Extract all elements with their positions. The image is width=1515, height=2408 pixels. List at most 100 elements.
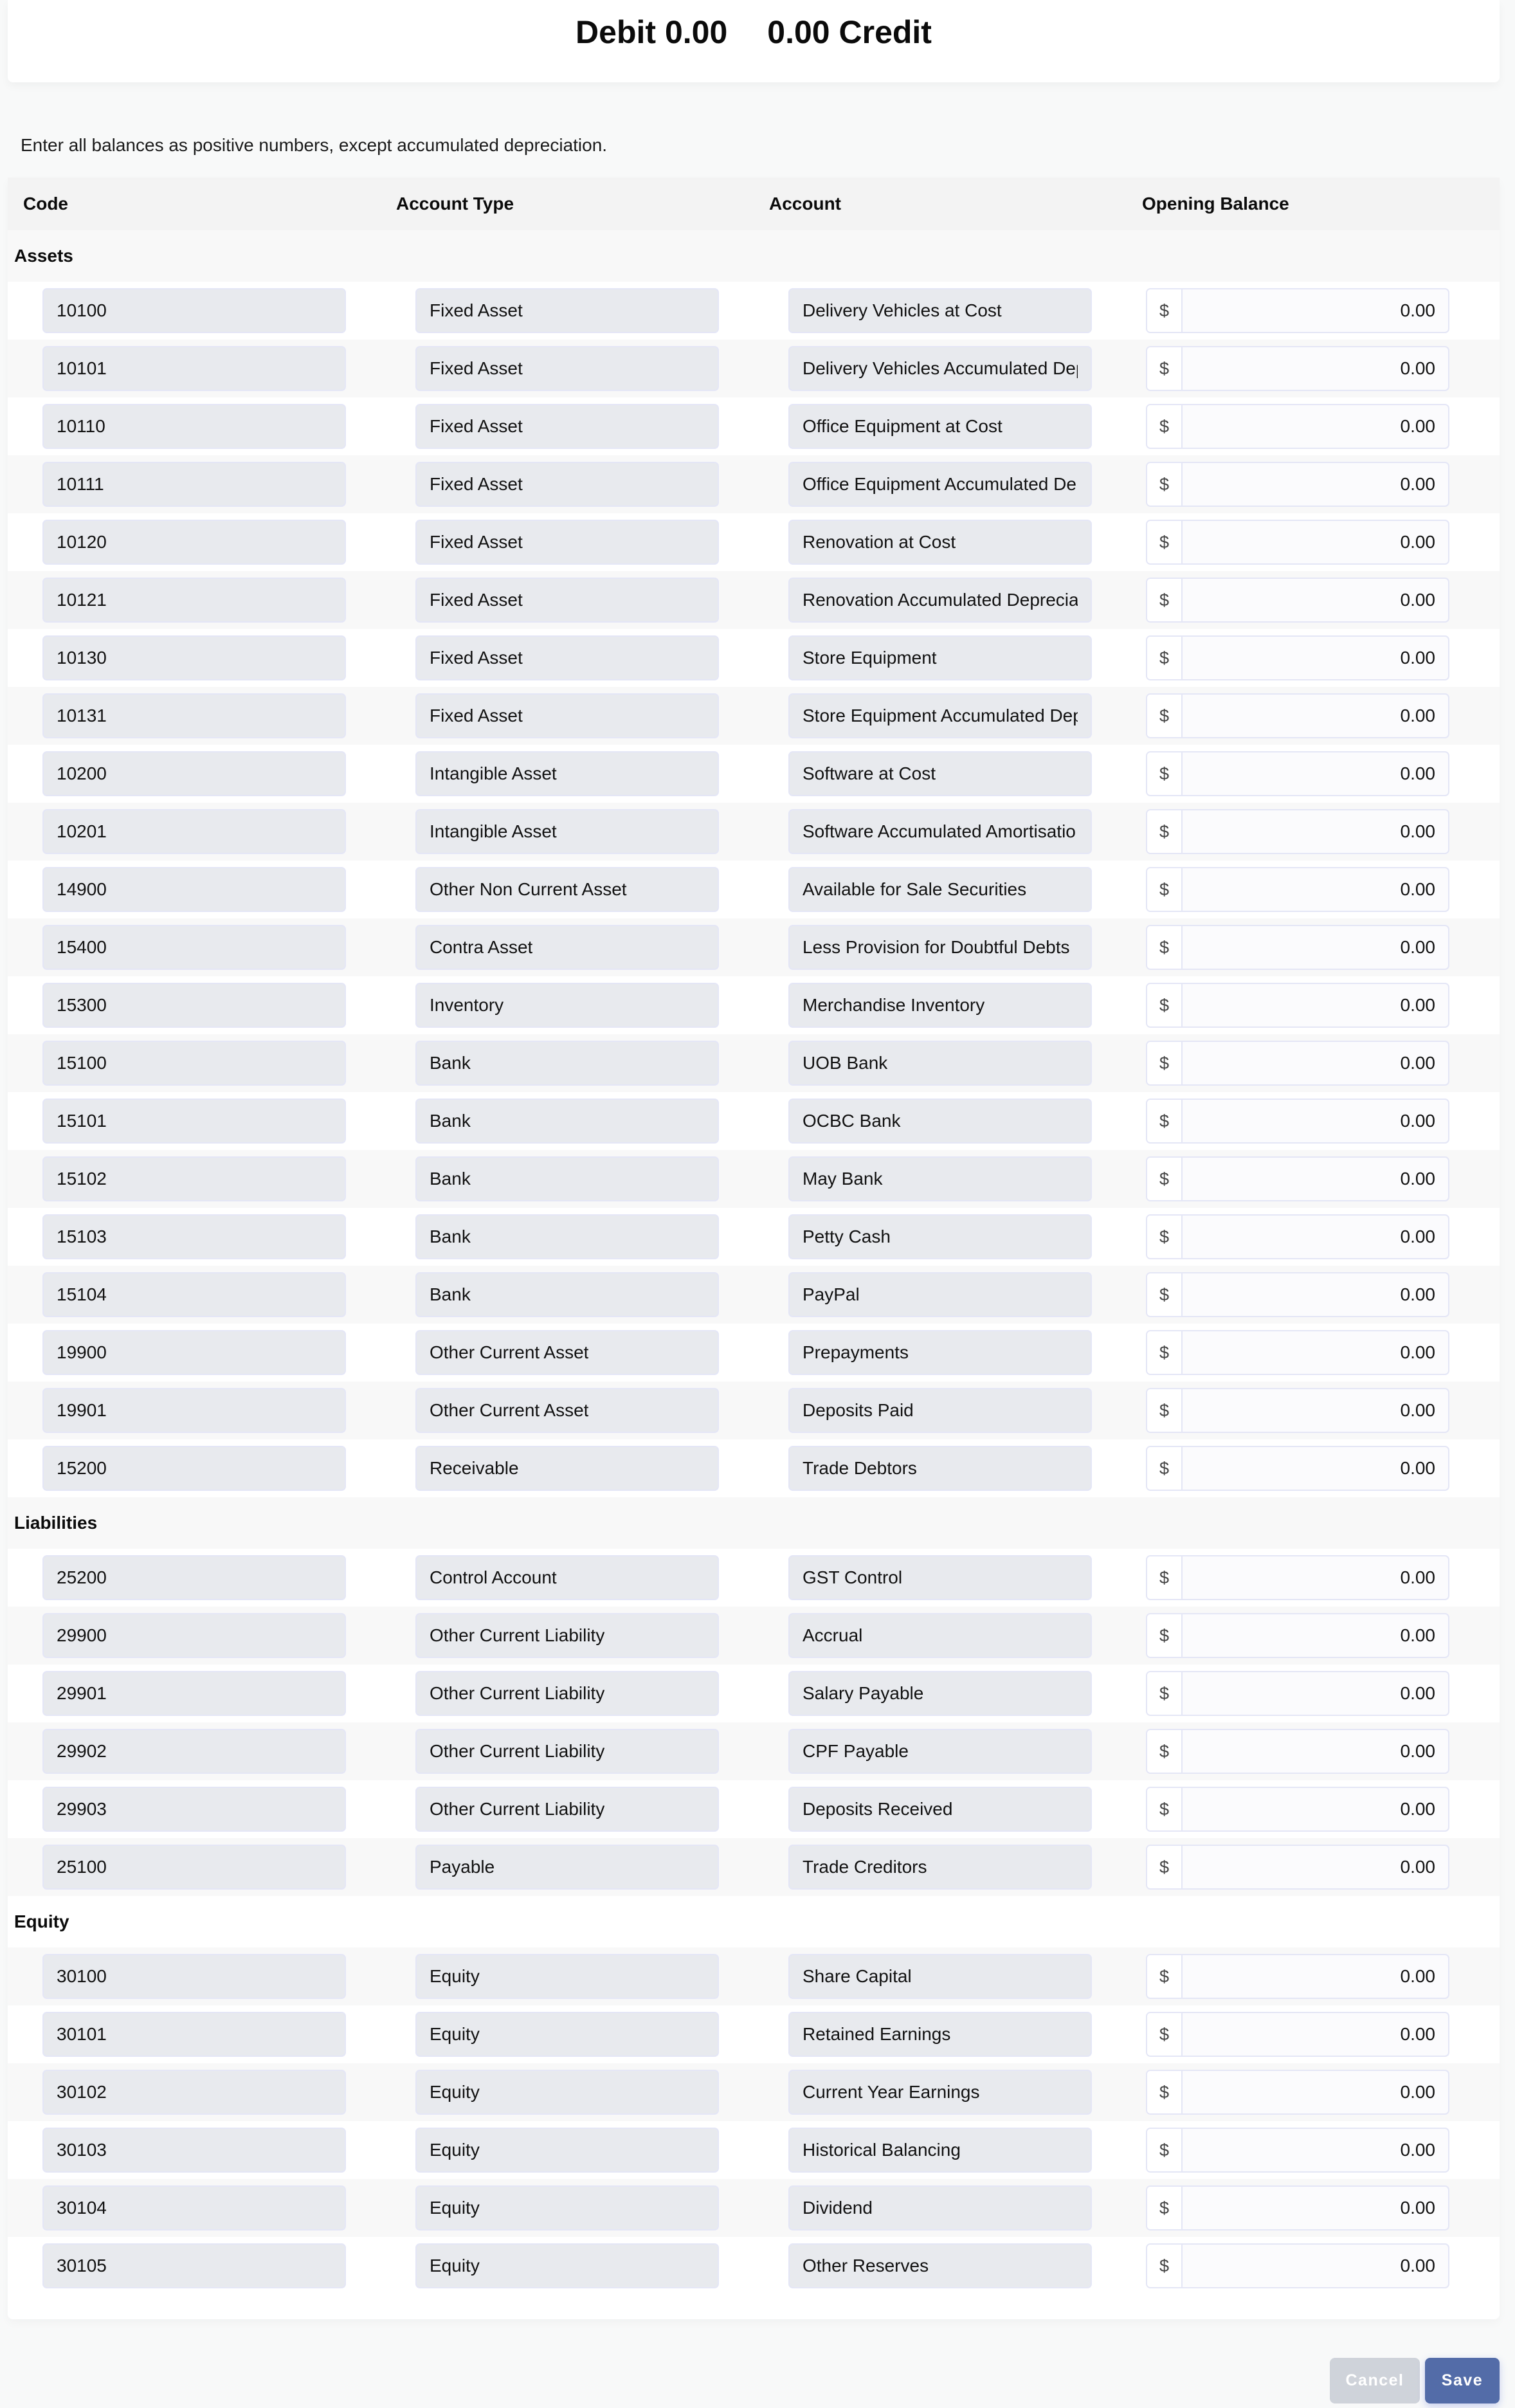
account-name-field[interactable]: Merchandise Inventory bbox=[788, 983, 1092, 1028]
code-field[interactable]: 15200 bbox=[42, 1446, 346, 1491]
code-field[interactable]: 15103 bbox=[42, 1214, 346, 1259]
account-type-field[interactable]: Bank bbox=[415, 1099, 719, 1144]
account-type-field[interactable]: Control Account bbox=[415, 1555, 719, 1600]
account-type-field[interactable]: Payable bbox=[415, 1845, 719, 1890]
account-type-field[interactable]: Other Current Liability bbox=[415, 1787, 719, 1832]
opening-balance-input[interactable] bbox=[1183, 1614, 1448, 1657]
account-name-field[interactable]: UOB Bank bbox=[788, 1041, 1092, 1086]
opening-balance-input[interactable] bbox=[1183, 984, 1448, 1026]
code-field[interactable]: 10110 bbox=[42, 404, 346, 449]
account-type-field[interactable]: Equity bbox=[415, 1954, 719, 1999]
code-field[interactable]: 10120 bbox=[42, 520, 346, 565]
code-field[interactable]: 10111 bbox=[42, 462, 346, 507]
code-field[interactable]: 29903 bbox=[42, 1787, 346, 1832]
account-name-field[interactable]: Store Equipment bbox=[788, 635, 1092, 680]
code-field[interactable]: 10100 bbox=[42, 288, 346, 333]
account-name-field[interactable]: Software at Cost bbox=[788, 751, 1092, 796]
code-field[interactable]: 30105 bbox=[42, 2243, 346, 2288]
account-type-field[interactable]: Other Current Liability bbox=[415, 1671, 719, 1716]
account-type-field[interactable]: Fixed Asset bbox=[415, 288, 719, 333]
opening-balance-input[interactable] bbox=[1183, 1955, 1448, 1998]
save-button[interactable]: Save bbox=[1425, 2358, 1500, 2403]
account-type-field[interactable]: Other Current Liability bbox=[415, 1729, 719, 1774]
account-name-field[interactable]: PayPal bbox=[788, 1272, 1092, 1317]
code-field[interactable]: 15400 bbox=[42, 925, 346, 970]
account-name-field[interactable]: Accrual bbox=[788, 1613, 1092, 1658]
account-name-field[interactable]: Current Year Earnings bbox=[788, 2070, 1092, 2115]
account-name-field[interactable]: Available for Sale Securities bbox=[788, 867, 1092, 912]
code-field[interactable]: 14900 bbox=[42, 867, 346, 912]
account-name-field[interactable]: Renovation at Cost bbox=[788, 520, 1092, 565]
opening-balance-input[interactable] bbox=[1183, 463, 1448, 506]
opening-balance-input[interactable] bbox=[1183, 1389, 1448, 1432]
account-name-field[interactable]: Office Equipment at Cost bbox=[788, 404, 1092, 449]
account-name-field[interactable]: Retained Earnings bbox=[788, 2012, 1092, 2057]
cancel-button[interactable]: Cancel bbox=[1330, 2358, 1420, 2403]
code-field[interactable]: 10101 bbox=[42, 346, 346, 391]
opening-balance-input[interactable] bbox=[1183, 1672, 1448, 1715]
account-name-field[interactable]: Salary Payable bbox=[788, 1671, 1092, 1716]
code-field[interactable]: 10130 bbox=[42, 635, 346, 680]
opening-balance-input[interactable] bbox=[1183, 868, 1448, 911]
opening-balance-input[interactable] bbox=[1183, 1730, 1448, 1773]
account-type-field[interactable]: Intangible Asset bbox=[415, 751, 719, 796]
account-type-field[interactable]: Fixed Asset bbox=[415, 404, 719, 449]
code-field[interactable]: 10121 bbox=[42, 578, 346, 623]
code-field[interactable]: 19900 bbox=[42, 1330, 346, 1375]
account-type-field[interactable]: Equity bbox=[415, 2012, 719, 2057]
account-name-field[interactable]: Petty Cash bbox=[788, 1214, 1092, 1259]
opening-balance-input[interactable] bbox=[1183, 579, 1448, 621]
code-field[interactable]: 10131 bbox=[42, 693, 346, 738]
opening-balance-input[interactable] bbox=[1183, 637, 1448, 679]
code-field[interactable]: 15101 bbox=[42, 1099, 346, 1144]
opening-balance-input[interactable] bbox=[1183, 1331, 1448, 1374]
account-name-field[interactable]: Prepayments bbox=[788, 1330, 1092, 1375]
account-type-field[interactable]: Contra Asset bbox=[415, 925, 719, 970]
code-field[interactable]: 29900 bbox=[42, 1613, 346, 1658]
opening-balance-input[interactable] bbox=[1183, 1273, 1448, 1316]
account-name-field[interactable]: OCBC Bank bbox=[788, 1099, 1092, 1144]
account-name-field[interactable]: Dividend bbox=[788, 2185, 1092, 2230]
account-name-field[interactable]: CPF Payable bbox=[788, 1729, 1092, 1774]
account-type-field[interactable]: Inventory bbox=[415, 983, 719, 1028]
account-type-field[interactable]: Fixed Asset bbox=[415, 462, 719, 507]
account-type-field[interactable]: Receivable bbox=[415, 1446, 719, 1491]
code-field[interactable]: 30102 bbox=[42, 2070, 346, 2115]
opening-balance-input[interactable] bbox=[1183, 1846, 1448, 1888]
code-field[interactable]: 19901 bbox=[42, 1388, 346, 1433]
account-type-field[interactable]: Fixed Asset bbox=[415, 346, 719, 391]
code-field[interactable]: 10201 bbox=[42, 809, 346, 854]
opening-balance-input[interactable] bbox=[1183, 1788, 1448, 1830]
account-type-field[interactable]: Bank bbox=[415, 1214, 719, 1259]
account-type-field[interactable]: Other Current Liability bbox=[415, 1613, 719, 1658]
account-type-field[interactable]: Bank bbox=[415, 1156, 719, 1201]
account-name-field[interactable]: Delivery Vehicles Accumulated Dep bbox=[788, 346, 1092, 391]
account-type-field[interactable]: Other Current Asset bbox=[415, 1388, 719, 1433]
opening-balance-input[interactable] bbox=[1183, 695, 1448, 737]
account-type-field[interactable]: Equity bbox=[415, 2070, 719, 2115]
opening-balance-input[interactable] bbox=[1183, 2245, 1448, 2287]
account-name-field[interactable]: Renovation Accumulated Deprecia bbox=[788, 578, 1092, 623]
opening-balance-input[interactable] bbox=[1183, 810, 1448, 853]
code-field[interactable]: 15104 bbox=[42, 1272, 346, 1317]
account-name-field[interactable]: Office Equipment Accumulated De bbox=[788, 462, 1092, 507]
opening-balance-input[interactable] bbox=[1183, 2187, 1448, 2229]
opening-balance-input[interactable] bbox=[1183, 289, 1448, 332]
code-field[interactable]: 29902 bbox=[42, 1729, 346, 1774]
account-name-field[interactable]: Software Accumulated Amortisatio bbox=[788, 809, 1092, 854]
opening-balance-input[interactable] bbox=[1183, 347, 1448, 390]
account-name-field[interactable]: Deposits Paid bbox=[788, 1388, 1092, 1433]
account-type-field[interactable]: Fixed Asset bbox=[415, 635, 719, 680]
opening-balance-input[interactable] bbox=[1183, 1216, 1448, 1258]
opening-balance-input[interactable] bbox=[1183, 2071, 1448, 2113]
code-field[interactable]: 25100 bbox=[42, 1845, 346, 1890]
account-name-field[interactable]: Share Capital bbox=[788, 1954, 1092, 1999]
account-name-field[interactable]: Other Reserves bbox=[788, 2243, 1092, 2288]
opening-balance-input[interactable] bbox=[1183, 752, 1448, 795]
account-name-field[interactable]: Trade Creditors bbox=[788, 1845, 1092, 1890]
account-name-field[interactable]: Historical Balancing bbox=[788, 2128, 1092, 2173]
opening-balance-input[interactable] bbox=[1183, 1158, 1448, 1200]
code-field[interactable]: 10200 bbox=[42, 751, 346, 796]
account-type-field[interactable]: Fixed Asset bbox=[415, 520, 719, 565]
account-type-field[interactable]: Other Non Current Asset bbox=[415, 867, 719, 912]
